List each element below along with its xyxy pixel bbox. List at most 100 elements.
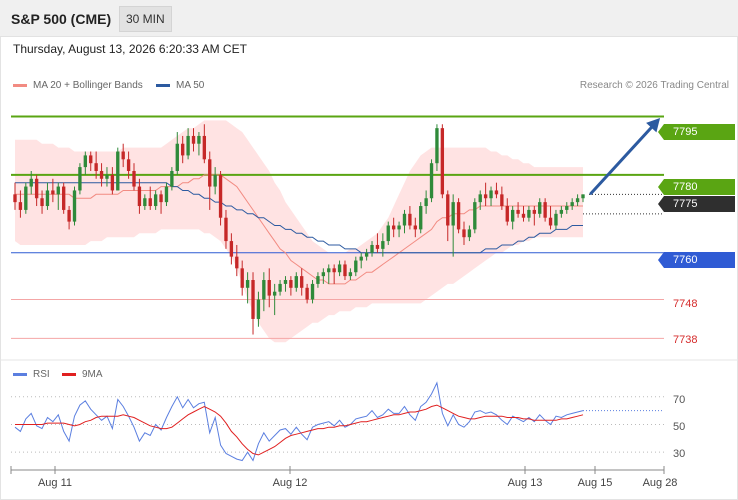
candle-body bbox=[197, 135, 201, 144]
candle-body bbox=[116, 151, 120, 191]
candle-body bbox=[467, 229, 472, 238]
candle-body bbox=[18, 202, 23, 210]
x-label-aug11: Aug 11 bbox=[37, 477, 73, 489]
bollinger-band bbox=[15, 120, 583, 343]
candle-body bbox=[456, 202, 461, 230]
candle-body bbox=[381, 241, 385, 249]
candle-body bbox=[235, 256, 239, 269]
x-label-aug13: Aug 13 bbox=[507, 477, 543, 489]
candle-body bbox=[148, 198, 152, 207]
candle-body bbox=[483, 194, 488, 199]
candle-body bbox=[213, 174, 217, 187]
candle-body bbox=[164, 186, 169, 203]
candle-body bbox=[278, 283, 282, 292]
candle-body bbox=[337, 264, 342, 273]
candle-body bbox=[78, 167, 82, 191]
candle-body bbox=[408, 213, 412, 226]
candle-body bbox=[267, 280, 271, 296]
candle-body bbox=[494, 190, 499, 195]
candle-body bbox=[289, 280, 293, 288]
candle-body bbox=[429, 163, 434, 199]
level-label-7760: 7760 bbox=[658, 252, 735, 268]
legend-rsi-ma-label: 9MA bbox=[82, 369, 103, 380]
rsi-level-70: 70 bbox=[673, 394, 686, 406]
candle-body bbox=[294, 276, 298, 288]
candle-body bbox=[34, 178, 39, 199]
legend-rsi-ma: 9MA bbox=[62, 369, 103, 380]
candle-body bbox=[186, 135, 190, 156]
candle-body bbox=[489, 190, 493, 199]
candle-body bbox=[310, 283, 315, 300]
rsi-ma-swatch bbox=[62, 373, 76, 376]
candle-body bbox=[245, 280, 250, 288]
candle-body bbox=[505, 206, 509, 222]
candle-body bbox=[105, 174, 109, 179]
candle-body bbox=[121, 151, 125, 160]
rsi-swatch bbox=[13, 373, 27, 376]
level-label-7738: 7738 bbox=[673, 334, 698, 346]
rsi-line bbox=[14, 381, 584, 462]
x-label-aug15: Aug 15 bbox=[577, 477, 613, 489]
candle-body bbox=[143, 198, 147, 207]
candle-body bbox=[218, 174, 223, 218]
candle-body bbox=[424, 198, 428, 207]
candle-body bbox=[181, 143, 185, 156]
candle-body bbox=[516, 209, 520, 214]
candle-body bbox=[51, 190, 55, 195]
level-label-7795: 7795 bbox=[658, 124, 735, 140]
candle-body bbox=[532, 209, 536, 214]
candle-body bbox=[251, 280, 255, 319]
candle-body bbox=[229, 241, 234, 257]
candle-body bbox=[89, 155, 93, 164]
candle-body bbox=[343, 264, 347, 277]
candle-body bbox=[451, 202, 455, 226]
rsi-level-30: 30 bbox=[673, 448, 686, 460]
candle-body bbox=[99, 170, 104, 179]
candle-body bbox=[72, 190, 77, 222]
candle-body bbox=[386, 225, 390, 242]
candle-body bbox=[538, 202, 542, 214]
candle-body bbox=[581, 194, 585, 199]
candle-body bbox=[413, 225, 417, 230]
candle-body bbox=[364, 252, 369, 257]
candle-body bbox=[440, 128, 445, 195]
candle-body bbox=[137, 186, 142, 207]
candle-body bbox=[40, 198, 44, 207]
candle-body bbox=[83, 155, 88, 168]
candle-body bbox=[67, 209, 71, 222]
level-label-7775: 7775 bbox=[658, 196, 735, 212]
candle-body bbox=[370, 244, 374, 253]
candle-body bbox=[348, 272, 353, 277]
candle-body bbox=[397, 225, 401, 230]
candle-body bbox=[419, 206, 423, 230]
legend-rsi: RSI bbox=[13, 369, 50, 380]
candle-body bbox=[327, 268, 331, 273]
candle-body bbox=[62, 186, 66, 210]
candle-body bbox=[159, 194, 163, 203]
candle-body bbox=[300, 276, 304, 288]
candle-body bbox=[29, 178, 33, 187]
candle-body bbox=[256, 299, 261, 319]
candle-body bbox=[565, 206, 569, 210]
candle-body bbox=[446, 194, 450, 226]
candle-body bbox=[262, 280, 266, 300]
candle-body bbox=[56, 186, 60, 195]
candle-body bbox=[354, 260, 358, 273]
candle-body bbox=[316, 276, 320, 284]
candle-body bbox=[272, 291, 277, 296]
candle-body bbox=[13, 194, 17, 203]
candle-body bbox=[305, 287, 309, 300]
candle-body bbox=[559, 209, 564, 214]
rsi-level-50: 50 bbox=[673, 421, 686, 433]
candle-body bbox=[153, 194, 158, 207]
candle-body bbox=[554, 213, 558, 226]
candle-body bbox=[191, 135, 196, 144]
candle-body bbox=[332, 268, 336, 273]
candle-body bbox=[132, 170, 136, 187]
candle-body bbox=[110, 174, 115, 191]
candle-body bbox=[435, 128, 439, 164]
candle-body bbox=[548, 217, 553, 226]
candle-body bbox=[500, 194, 504, 207]
candle-body bbox=[202, 135, 207, 160]
candle-body bbox=[283, 280, 288, 284]
